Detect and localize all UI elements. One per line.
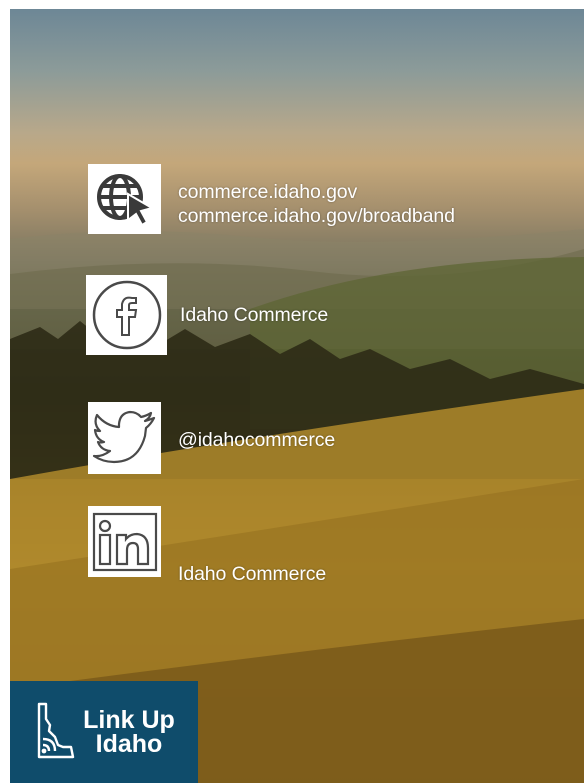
broadband-link[interactable]: commerce.idaho.gov/broadband	[178, 204, 455, 228]
landscape-scene	[10, 229, 584, 783]
globe-cursor-icon	[88, 164, 161, 234]
logo-line1: Link Up	[83, 706, 175, 734]
twitter-row: @idahocommerce	[88, 402, 335, 474]
facebook-label[interactable]: Idaho Commerce	[180, 303, 328, 327]
facebook-row: Idaho Commerce	[86, 275, 328, 355]
linkedin-icon[interactable]	[88, 506, 161, 577]
linkedin-label[interactable]: Idaho Commerce	[178, 562, 326, 586]
twitter-icon[interactable]	[88, 402, 161, 474]
twitter-handle[interactable]: @idahocommerce	[178, 428, 335, 452]
website-row: commerce.idaho.gov commerce.idaho.gov/br…	[88, 164, 455, 234]
linkedin-row: Idaho Commerce	[88, 506, 326, 586]
background-photo: commerce.idaho.gov commerce.idaho.gov/br…	[10, 9, 584, 783]
link-up-idaho-logo: Link Up Idaho	[10, 681, 198, 783]
facebook-icon[interactable]	[86, 275, 167, 355]
logo-line2: Idaho	[95, 730, 163, 758]
idaho-state-wifi-icon	[37, 702, 75, 759]
website-link[interactable]: commerce.idaho.gov	[178, 180, 455, 204]
